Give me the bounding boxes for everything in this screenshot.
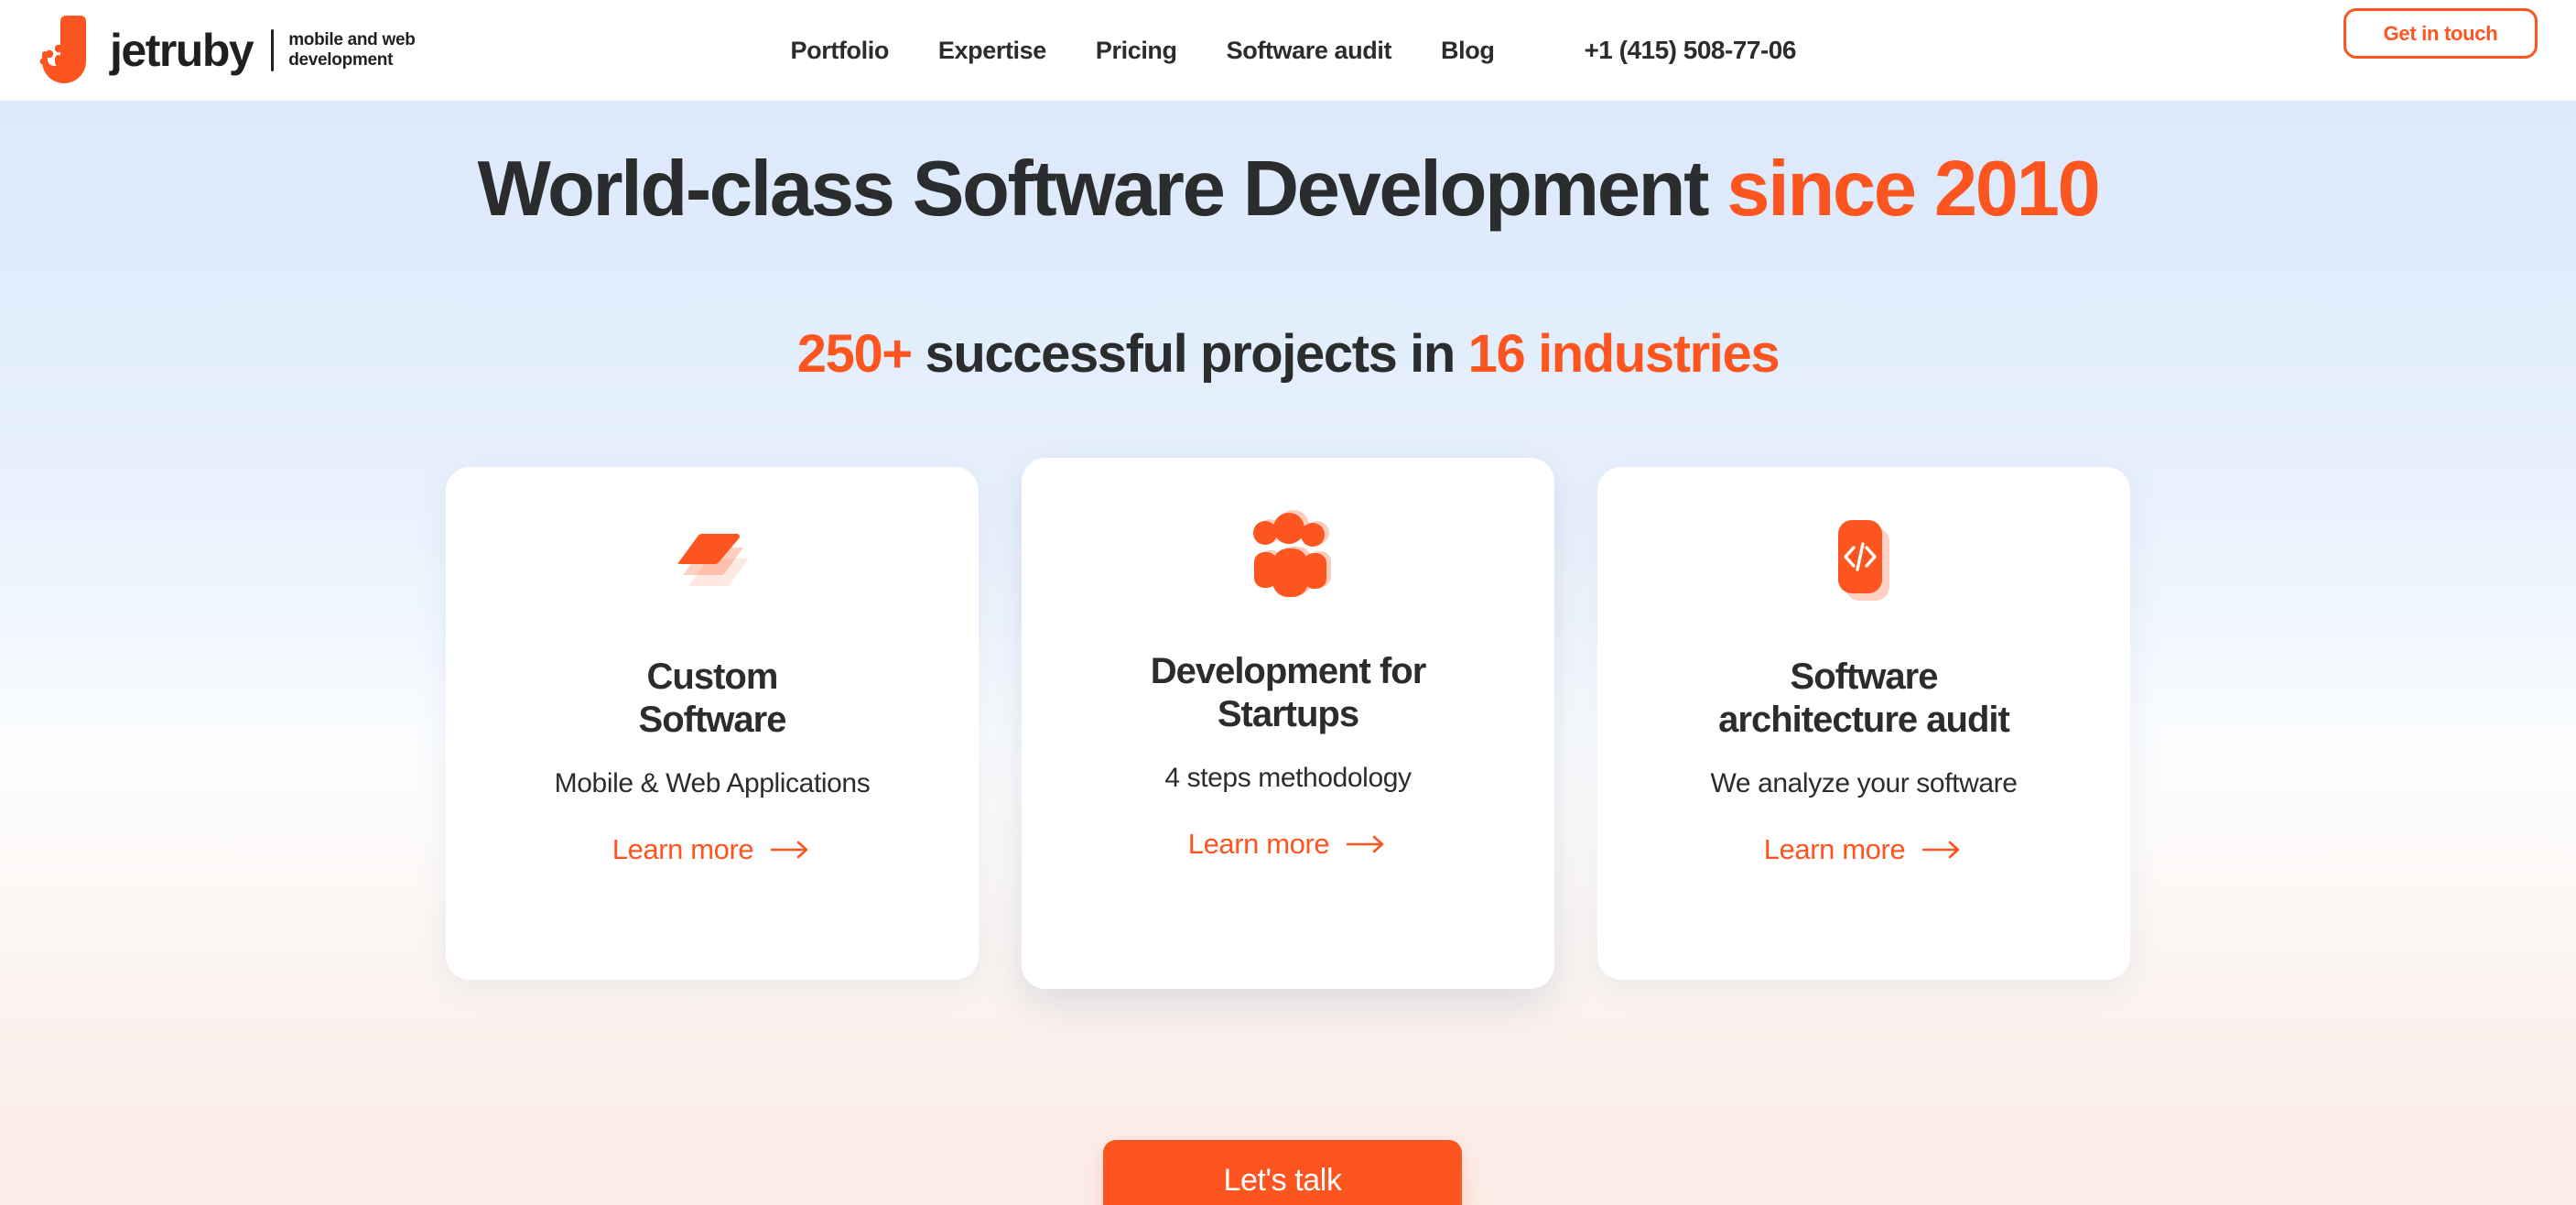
phone-number-link[interactable]: +1 (415) 508-77-06 xyxy=(1584,36,1796,65)
arrow-right-icon xyxy=(1922,841,1960,859)
headline-text: World-class Software Development xyxy=(477,146,1727,233)
nav-link-pricing[interactable]: Pricing xyxy=(1096,37,1177,65)
site-header: jetruby mobile and web development Portf… xyxy=(0,0,2576,101)
subtitle-accent-industries: 16 industries xyxy=(1467,324,1780,384)
card-title: Development for Startups xyxy=(1150,651,1427,735)
card-subtitle: We analyze your software xyxy=(1710,768,2018,799)
logo-tagline: mobile and web development xyxy=(288,30,416,70)
card-subtitle: Mobile & Web Applications xyxy=(554,768,871,799)
nav-link-blog[interactable]: Blog xyxy=(1441,37,1495,65)
card-title: Software architecture audit xyxy=(1718,657,2010,741)
arrow-right-icon xyxy=(1347,836,1384,853)
get-in-touch-button[interactable]: Get in touch xyxy=(2343,8,2538,59)
learn-more-label: Learn more xyxy=(612,833,754,866)
subtitle-text: successful projects in xyxy=(911,324,1468,384)
logo-divider xyxy=(271,29,275,71)
hero-subtitle: 250+ successful projects in 16 industrie… xyxy=(0,325,2576,384)
page-root: jetruby mobile and web development Portf… xyxy=(0,0,2576,1205)
people-group-icon xyxy=(1237,502,1339,604)
service-card-software-architecture-audit[interactable]: Software architecture audit We analyze y… xyxy=(1597,467,2130,980)
subtitle-accent-count: 250+ xyxy=(796,324,913,384)
logo[interactable]: jetruby mobile and web development xyxy=(37,14,416,87)
arrow-right-icon xyxy=(771,841,808,859)
service-card-development-for-startups[interactable]: Development for Startups 4 steps methodo… xyxy=(1022,458,1554,989)
lets-talk-button[interactable]: Let's talk xyxy=(1103,1140,1462,1205)
headline-accent: since 2010 xyxy=(1726,146,2100,233)
learn-more-link[interactable]: Learn more xyxy=(1188,828,1389,861)
nav-link-portfolio[interactable]: Portfolio xyxy=(791,37,890,65)
learn-more-label: Learn more xyxy=(1187,828,1330,861)
logo-wordmark: jetruby xyxy=(110,25,254,76)
hero-section: World-class Software Development since 2… xyxy=(0,101,2576,1205)
service-card-list: Custom Software Mobile & Web Application… xyxy=(446,458,2130,989)
page-title: World-class Software Development since 2… xyxy=(0,147,2576,233)
learn-more-label: Learn more xyxy=(1763,833,1906,866)
jetruby-j-logo-icon xyxy=(39,16,86,83)
nav-link-software-audit[interactable]: Software audit xyxy=(1227,37,1392,65)
code-brackets-phone-icon xyxy=(1813,507,1915,610)
layers-stack-icon xyxy=(661,507,763,610)
main-navigation: Portfolio Expertise Pricing Software aud… xyxy=(791,36,1797,65)
card-title: Custom Software xyxy=(638,657,787,741)
service-card-custom-software[interactable]: Custom Software Mobile & Web Application… xyxy=(446,467,979,980)
learn-more-link[interactable]: Learn more xyxy=(1764,833,1964,866)
card-subtitle: 4 steps methodology xyxy=(1164,763,1412,794)
nav-link-expertise[interactable]: Expertise xyxy=(938,37,1046,65)
learn-more-link[interactable]: Learn more xyxy=(612,833,813,866)
